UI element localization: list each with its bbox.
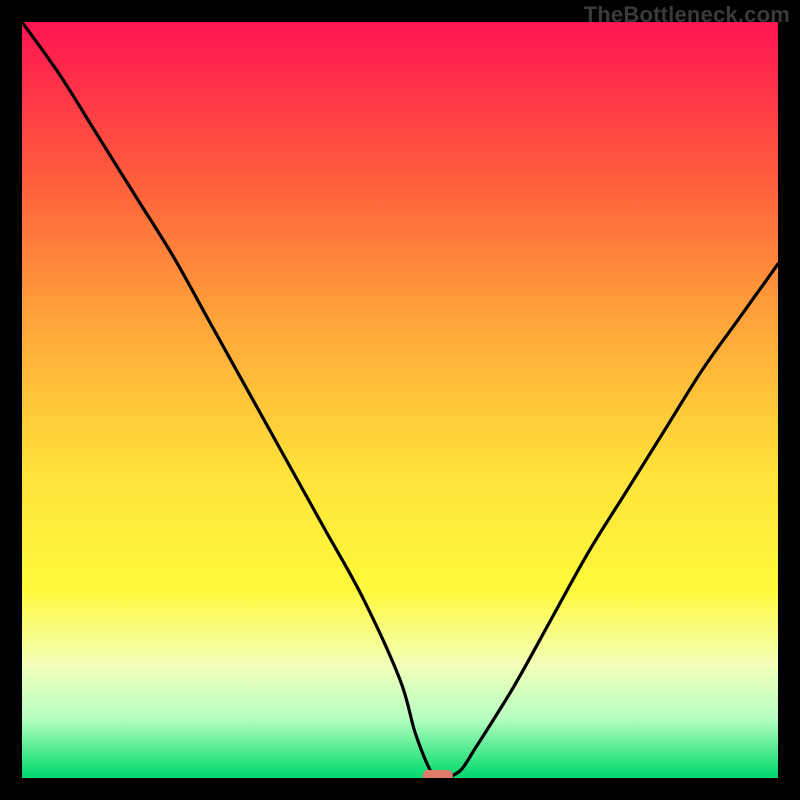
chart-frame: TheBottleneck.com: [0, 0, 800, 800]
minimum-marker: [423, 770, 453, 778]
watermark-text: TheBottleneck.com: [584, 2, 790, 28]
gradient-background: [22, 22, 778, 778]
chart-svg: [22, 22, 778, 778]
plot-area: [22, 22, 778, 778]
